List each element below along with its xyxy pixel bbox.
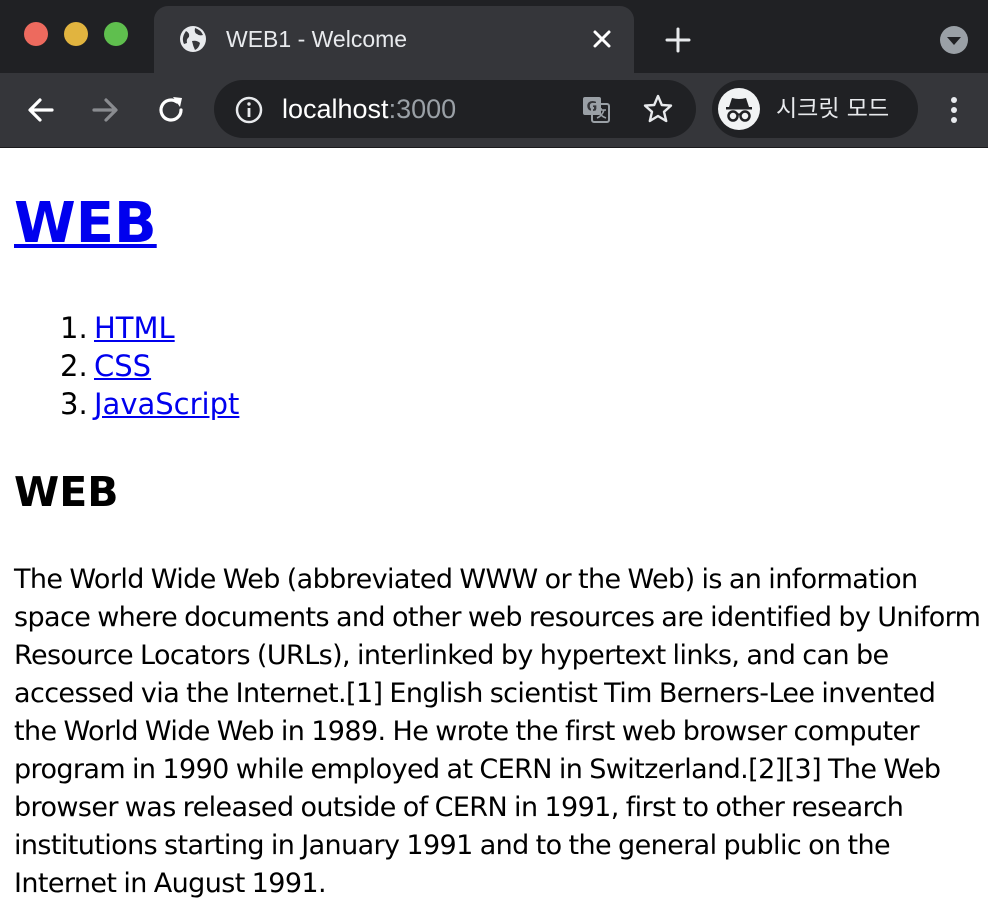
kebab-menu-icon[interactable] bbox=[940, 93, 968, 127]
section-heading: WEB bbox=[14, 468, 119, 516]
incognito-label: 시크릿 모드 bbox=[776, 96, 890, 122]
incognito-avatar bbox=[718, 88, 760, 130]
window-maximize-button[interactable] bbox=[104, 22, 128, 46]
window-minimize-button[interactable] bbox=[64, 22, 88, 46]
tab-strip: WEB1 - Welcome bbox=[0, 0, 988, 73]
nav-link-html[interactable]: HTML bbox=[94, 311, 175, 345]
nav-item-html: 1. HTML bbox=[60, 309, 239, 347]
incognito-profile-button[interactable]: 시크릿 모드 bbox=[712, 80, 918, 138]
site-title-link[interactable]: WEB bbox=[14, 191, 157, 256]
nav-list: 1. HTML 2. CSS 3. JavaScript bbox=[60, 309, 239, 423]
star-icon[interactable] bbox=[642, 93, 674, 125]
info-icon[interactable] bbox=[234, 95, 264, 125]
tab-search-button[interactable] bbox=[940, 26, 968, 54]
nav-item-css: 2. CSS bbox=[60, 347, 239, 385]
nav-item-javascript: 3. JavaScript bbox=[60, 385, 239, 423]
url-port: :3000 bbox=[388, 94, 457, 124]
window-close-button[interactable] bbox=[24, 22, 48, 46]
body-paragraph: The World Wide Web (abbreviated WWW or t… bbox=[14, 564, 981, 899]
site-title: WEB bbox=[14, 189, 157, 259]
list-number: 2. bbox=[60, 349, 88, 383]
close-icon[interactable] bbox=[590, 27, 614, 51]
active-tab[interactable]: WEB1 - Welcome bbox=[154, 6, 634, 73]
globe-icon bbox=[180, 26, 206, 52]
reload-icon[interactable] bbox=[154, 93, 188, 127]
url-host: localhost bbox=[282, 94, 389, 124]
nav-link-javascript[interactable]: JavaScript bbox=[94, 387, 239, 421]
plus-icon[interactable] bbox=[664, 26, 692, 54]
translate-icon[interactable]: G bbox=[580, 93, 612, 125]
list-number: 1. bbox=[60, 311, 88, 345]
forward-arrow-icon[interactable] bbox=[88, 93, 122, 127]
url-text: localhost:3000 bbox=[282, 94, 456, 124]
page-content: WEB 1. HTML 2. CSS 3. JavaScript WEB The Wo… bbox=[0, 149, 988, 914]
list-number: 3. bbox=[60, 387, 88, 421]
tab-search-icon bbox=[947, 37, 961, 45]
address-bar[interactable]: localhost:3000 G bbox=[214, 80, 696, 138]
tab-title: WEB1 - Welcome bbox=[226, 26, 408, 52]
back-arrow-icon[interactable] bbox=[24, 93, 58, 127]
incognito-icon bbox=[726, 98, 752, 122]
nav-link-css[interactable]: CSS bbox=[94, 349, 151, 383]
browser-toolbar: localhost:3000 G 시크릿 모드 bbox=[0, 73, 988, 148]
